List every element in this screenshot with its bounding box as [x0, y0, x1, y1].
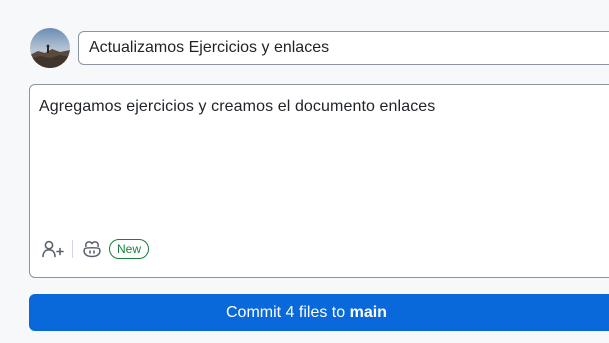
avatar-photo-icon	[30, 28, 70, 68]
commit-description-text[interactable]: Agregamos ejercicios y creamos el docume…	[39, 98, 435, 116]
new-badge: New	[109, 239, 150, 259]
person-add-icon	[42, 240, 64, 258]
commit-description-field[interactable]: Agregamos ejercicios y creamos el docume…	[29, 84, 609, 278]
copilot-button[interactable]	[82, 240, 102, 258]
description-toolbar: New	[42, 235, 150, 263]
commit-branch-name: main	[349, 303, 387, 321]
toolbar-divider	[72, 240, 73, 258]
commit-panel: Agregamos ejercicios y creamos el docume…	[0, 0, 609, 343]
add-coauthor-button[interactable]	[42, 240, 64, 258]
user-avatar[interactable]	[30, 28, 70, 68]
commit-button-label: Commit 4 files to	[226, 303, 350, 321]
copilot-icon	[83, 241, 101, 258]
commit-summary-input[interactable]	[78, 31, 609, 65]
commit-button[interactable]: Commit 4 files to main	[29, 294, 609, 331]
